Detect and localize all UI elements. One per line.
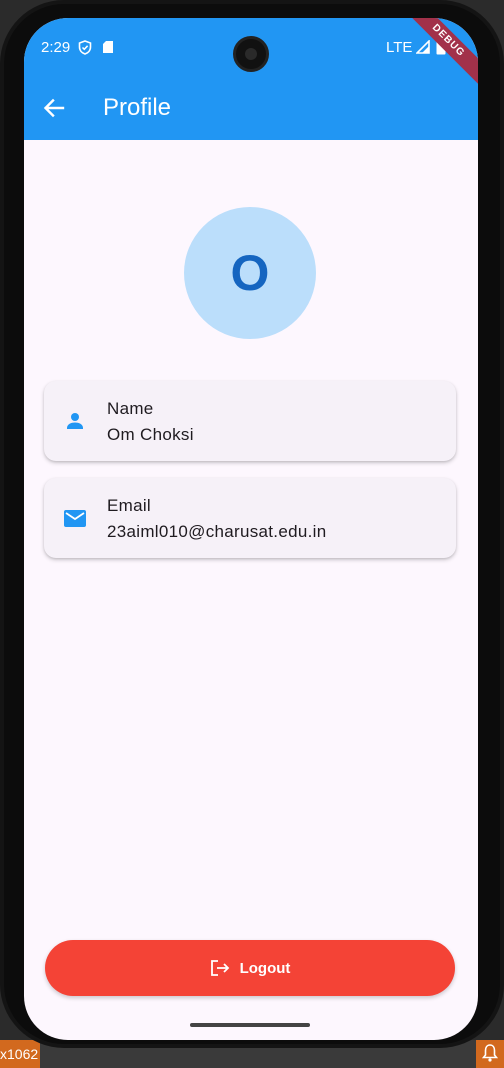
email-label: Email: [107, 496, 152, 515]
sd-card-icon: [103, 41, 113, 53]
host-resolution-text: x1062: [0, 1046, 39, 1062]
shield-icon: [78, 40, 92, 55]
name-label: Name: [107, 399, 154, 418]
name-value: Om Choksi: [107, 425, 194, 444]
email-value: 23aiml010@charusat.edu.in: [107, 522, 327, 541]
email-card: Email 23aiml010@charusat.edu.in: [44, 478, 456, 558]
logout-icon: [210, 960, 229, 976]
mail-icon: [64, 510, 86, 527]
network-type: LTE: [386, 39, 413, 56]
name-card: Name Om Choksi: [44, 381, 456, 461]
person-icon: [67, 413, 83, 429]
page-title: Profile: [103, 94, 172, 121]
signal-icon: [416, 40, 430, 54]
logout-button[interactable]: Logout: [45, 940, 455, 996]
home-indicator[interactable]: [190, 1023, 310, 1027]
logout-label: Logout: [239, 959, 291, 977]
bell-icon[interactable]: [482, 1044, 498, 1062]
front-camera: [233, 36, 269, 72]
avatar: O: [184, 207, 316, 339]
host-resolution-label: x1062: [0, 1040, 40, 1068]
app-bar: 2:29 LTE DEBUG Profile: [24, 18, 478, 140]
back-button[interactable]: [38, 92, 70, 124]
app-screen: 2:29 LTE DEBUG Profile O Name Om Choksi …: [24, 18, 478, 1040]
arrow-back-icon: [43, 98, 65, 118]
status-time: 2:29: [41, 39, 71, 56]
